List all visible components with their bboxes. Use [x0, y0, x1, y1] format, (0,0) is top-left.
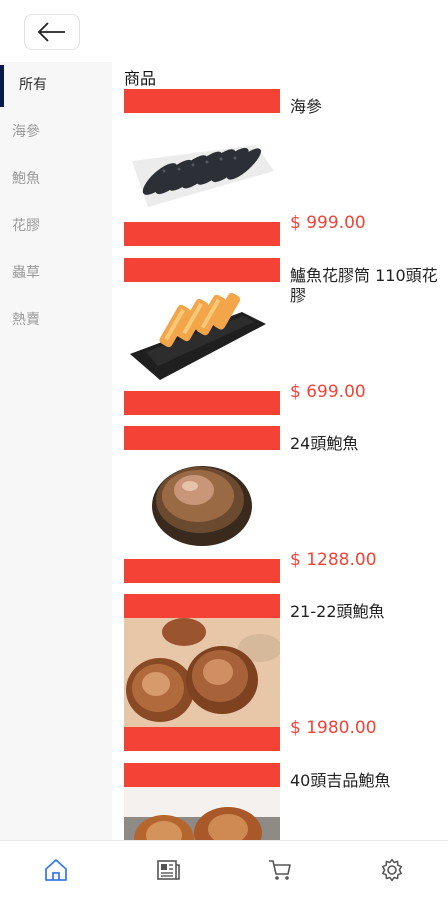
product-banner-top: [124, 426, 280, 450]
sidebar-item-label: 海參: [12, 124, 40, 140]
bottom-navigation: [0, 840, 448, 900]
product-price: $ 999.00: [290, 213, 366, 233]
section-title: 商品: [124, 69, 157, 88]
nav-news[interactable]: [153, 855, 183, 885]
product-price: $ 1980.00: [290, 718, 377, 738]
product-banner-top: [124, 258, 280, 282]
nav-cart[interactable]: [265, 855, 295, 885]
cart-icon: [269, 860, 291, 880]
product-banner-top: [124, 89, 280, 113]
product-name: 40頭吉品鮑魚: [290, 771, 391, 790]
sidebar-item-label: 蟲草: [12, 265, 40, 281]
sidebar-item-label: 鮑魚: [12, 171, 40, 187]
sidebar-item-hot-sale[interactable]: 熱賣: [0, 297, 112, 344]
back-button[interactable]: [24, 14, 80, 50]
product-card[interactable]: 24頭鮑魚 $ 1288.00: [112, 426, 448, 594]
product-banner-bottom: [124, 727, 280, 751]
product-image[interactable]: [124, 618, 280, 727]
product-card[interactable]: 海參 $ 999.00: [112, 89, 448, 257]
sidebar-item-abalone[interactable]: 鮑魚: [0, 156, 112, 203]
news-icon: [157, 860, 180, 880]
product-image[interactable]: [124, 787, 280, 840]
product-banner-bottom: [124, 222, 280, 246]
product-banner-bottom: [124, 391, 280, 415]
product-name: 24頭鮑魚: [290, 434, 359, 453]
product-image[interactable]: [124, 282, 280, 391]
product-banner-top: [124, 763, 280, 787]
arrow-left-icon: [37, 22, 65, 42]
product-image[interactable]: [124, 450, 280, 559]
sidebar-item-sea-cucumber[interactable]: 海參: [0, 109, 112, 156]
sidebar-item-label: 熱賣: [12, 312, 40, 328]
product-price: $ 1288.00: [290, 550, 377, 570]
product-image[interactable]: [124, 113, 280, 222]
product-name: 鱸魚花膠筒 110頭花膠: [290, 266, 438, 305]
product-list-panel: 商品 海參 $ 999.00 鱸魚花膠筒 110頭花膠 $ 699.00 24頭…: [112, 62, 448, 840]
category-sidebar: 所有 海參 鮑魚 花膠 蟲草 熱賣: [0, 62, 112, 840]
product-card[interactable]: 鱸魚花膠筒 110頭花膠 $ 699.00: [112, 258, 448, 426]
nav-settings[interactable]: [377, 855, 407, 885]
product-card[interactable]: 21-22頭鮑魚 $ 1980.00: [112, 594, 448, 762]
top-bar: [0, 0, 448, 62]
product-name: 21-22頭鮑魚: [290, 602, 385, 621]
sidebar-item-cordyceps[interactable]: 蟲草: [0, 250, 112, 297]
settings-icon: [382, 858, 402, 882]
sidebar-item-label: 花膠: [12, 218, 40, 234]
sidebar-item-all[interactable]: 所有: [0, 62, 112, 109]
product-banner-top: [124, 594, 280, 618]
product-card[interactable]: 40頭吉品鮑魚: [112, 763, 448, 840]
nav-home[interactable]: [41, 855, 71, 885]
sidebar-item-fish-maw[interactable]: 花膠: [0, 203, 112, 250]
product-price: $ 699.00: [290, 382, 366, 402]
product-name: 海參: [290, 97, 323, 116]
home-icon: [45, 859, 67, 881]
sidebar-item-label: 所有: [19, 77, 47, 93]
product-banner-bottom: [124, 559, 280, 583]
active-indicator: [0, 65, 4, 107]
